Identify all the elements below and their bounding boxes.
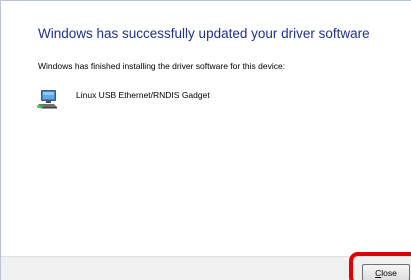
dialog-subtitle: Windows has finished installing the driv… (38, 61, 286, 71)
network-adapter-icon (37, 90, 57, 109)
close-button-label: lose (381, 267, 397, 278)
dialog-footer: Close (1, 256, 411, 280)
device-name: Linux USB Ethernet/RNDIS Gadget (76, 90, 210, 100)
dialog-content: Windows has successfully updated your dr… (1, 1, 411, 256)
dialog-headline: Windows has successfully updated your dr… (38, 26, 370, 41)
device-row: Linux USB Ethernet/RNDIS Gadget (36, 87, 210, 113)
close-button[interactable]: Close (362, 264, 410, 280)
driver-update-dialog: Windows has successfully updated your dr… (0, 0, 411, 280)
